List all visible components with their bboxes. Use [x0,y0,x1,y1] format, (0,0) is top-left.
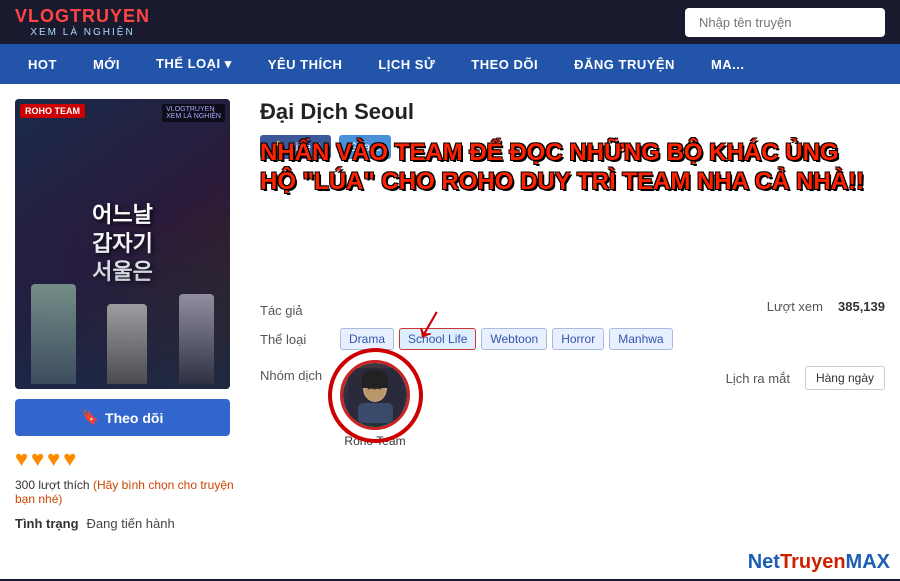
tac-gia-row: Tác giả Lượt xem 385,139 [260,299,885,318]
book-cover: ROHO TEAM VLOGTRUYENXEM LÀ NGHIỆN 어느날갑자기… [15,99,230,389]
team-avatar-container[interactable]: Roho Team [340,360,410,448]
luot-xem-section: Lượt xem 385,139 [767,299,885,314]
star-3[interactable]: ♥ [47,446,60,472]
nhom-dich-label: Nhóm dịch [260,360,340,383]
nav-yeu-thich[interactable]: YÊU THÍCH [250,45,361,84]
star-2[interactable]: ♥ [31,446,44,472]
nav-the-loai[interactable]: THỂ LOẠI ▾ [138,44,250,84]
logo-top: VLOGTRUYEN [15,6,150,27]
right-panel: Đại Dịch Seoul 👍 Like 0 Share NHẤN VÀO T… [260,99,885,531]
cover-team-badge: VLOGTRUYENXEM LÀ NGHIỆN [162,104,225,122]
hang-ngay-button[interactable]: Hàng ngày [805,366,885,390]
luot-xem-label: Lượt xem [767,299,823,314]
header: VLOGTRUYEN XEM LÀ NGHIỆN [0,0,900,44]
luot-xem-value: 385,139 [838,299,885,314]
nav-hot[interactable]: HOT [10,45,75,84]
avatar-face-svg [348,368,403,423]
tac-gia-label: Tác giả [260,299,340,318]
tag-school[interactable]: School Life [399,328,476,350]
nav-moi[interactable]: MỚI [75,45,138,84]
watermark-truyen: Truyen [780,551,846,573]
star-4[interactable]: ♥ [63,446,76,472]
theo-doi-label: Theo dõi [105,410,163,426]
logo-bottom: XEM LÀ NGHIỆN [30,27,134,38]
tag-drama[interactable]: Drama [340,328,394,350]
overlay-line1: NHẤN VÀO TEAM ĐỂ ĐỌC NHỮNG BỘ KHÁC ỦNG [260,139,885,168]
the-loai-row: Thể loại Drama School Life Webtoon Horro… [260,328,885,350]
tag-webtoon[interactable]: Webtoon [481,328,547,350]
lich-ra-mat-section: Lịch ra mắt Hàng ngày [726,366,885,390]
theo-doi-button[interactable]: 🔖 Theo dõi [15,399,230,436]
tinh-trang-value: Đang tiến hành [87,516,175,531]
tinh-trang-label: Tình trạng [15,516,79,531]
rating-count: 300 lượt thích [15,478,90,492]
team-avatar [340,360,410,430]
tags-row: Drama School Life Webtoon Horror Manhwa [340,328,673,350]
star-1[interactable]: ♥ [15,446,28,472]
bookmark-icon: 🔖 [82,409,99,426]
details-table: Tác giả Lượt xem 385,139 Thể loại Drama … [260,299,885,448]
watermark: NetTruyenMAX [0,546,900,579]
search-input[interactable] [685,8,885,37]
team-name: Roho Team [344,434,405,448]
left-panel: ROHO TEAM VLOGTRUYENXEM LÀ NGHIỆN 어느날갑자기… [15,99,245,531]
lich-ra-mat-label: Lịch ra mắt [726,371,790,386]
navbar: HOT MỚI THỂ LOẠI ▾ YÊU THÍCH LỊCH SỬ THE… [0,44,900,84]
nav-lich-su[interactable]: LỊCH SỬ [360,45,453,84]
main-content: ROHO TEAM VLOGTRUYENXEM LÀ NGHIỆN 어느날갑자기… [0,84,900,546]
watermark-max: MAX [846,551,890,573]
rating-text: 300 lượt thích (Hãy bình chọn cho truyện… [15,478,245,506]
tag-horror[interactable]: Horror [552,328,604,350]
stars-row: ♥ ♥ ♥ ♥ [15,446,245,472]
tag-manhwa[interactable]: Manhwa [609,328,672,350]
overlay-line2: HỘ "LÚA" CHO ROHO DUY TRÌ TEAM NHA CẢ NH… [260,168,885,197]
nhom-dich-row: Nhóm dịch [260,360,885,448]
the-loai-label: Thể loại [260,328,340,347]
manga-title: Đại Dịch Seoul [260,99,885,125]
nav-dang-truyen[interactable]: ĐĂNG TRUYỆN [556,45,693,84]
nav-ma[interactable]: MA... [693,45,763,84]
status-row: Tình trạng Đang tiến hành [15,516,245,531]
nav-theo-doi[interactable]: THEO DÕI [453,45,556,84]
logo[interactable]: VLOGTRUYEN XEM LÀ NGHIỆN [15,6,150,38]
overlay-text: NHẤN VÀO TEAM ĐỂ ĐỌC NHỮNG BỘ KHÁC ỦNG H… [260,139,885,197]
watermark-net: Net [748,551,780,573]
cover-badge: ROHO TEAM [20,104,85,118]
